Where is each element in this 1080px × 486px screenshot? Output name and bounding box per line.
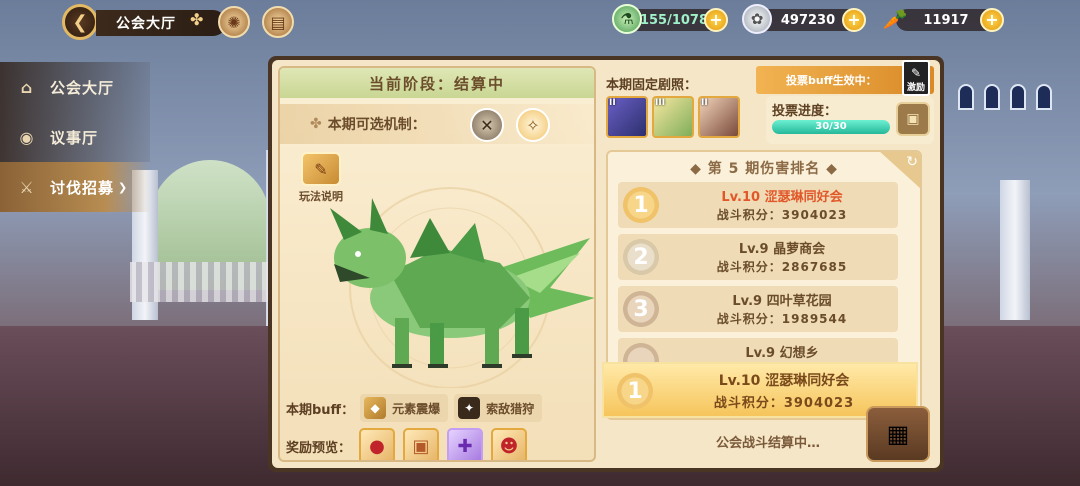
stamina-counter: ⚗ 155/1078 +	[612, 4, 728, 34]
phase-banner: 当前阶段：结算中	[280, 68, 594, 98]
character-portrait[interactable]: III	[652, 96, 694, 138]
sidebar: ⌂ 公会大厅 ◉ 议事厅 ⚔ 讨伐招募 ❯	[0, 62, 150, 212]
vote-ballot-icon[interactable]: ▣	[896, 102, 930, 136]
carrot-icon: 🥕	[882, 7, 908, 31]
page-title: 公会大厅	[96, 10, 226, 36]
boss-info-card: 当前阶段：结算中 ✤ 本期可选机制： ✕ ✧ ✎ 玩法说明 本期buff： ◆ …	[278, 66, 596, 462]
fixed-stills-label: 本期固定剧照：	[606, 78, 698, 93]
compass-icon[interactable]: ✺	[218, 6, 250, 38]
vote-buff-badge[interactable]: ✎ 激励	[902, 60, 930, 96]
battle-icon: ⚔	[19, 177, 35, 197]
window	[958, 84, 974, 110]
panel-body: 当前阶段：结算中 ✤ 本期可选机制： ✕ ✧ ✎ 玩法说明 本期buff： ◆ …	[272, 60, 940, 468]
mechanism-option-icon[interactable]: ✕	[470, 108, 504, 142]
character-portrait[interactable]: II	[698, 96, 740, 138]
rank-badge: 3	[620, 288, 662, 330]
rank-badge: 2	[620, 236, 662, 278]
character-portrait[interactable]: II	[606, 96, 648, 138]
window	[1036, 84, 1052, 110]
mechanism-row: ✤ 本期可选机制： ✕ ✧	[280, 104, 594, 144]
reward-character-icon[interactable]: ☻	[491, 428, 528, 460]
rank-badge: 1	[620, 184, 662, 226]
rank-badge: 1	[614, 370, 656, 412]
elemental-burst-icon: ◆	[364, 397, 387, 419]
back-arrow-icon: ❮	[72, 11, 88, 33]
reward-chest-icon[interactable]: ▣	[403, 428, 440, 460]
ranking-row[interactable]: 1 Lv.10 涩瑟琳同好会 战斗积分：3904023	[618, 182, 898, 228]
silver-counter: ✿ 497230 +	[742, 4, 866, 34]
ranking-row[interactable]: 3 Lv.9 四叶草花园 战斗积分：1989544	[618, 286, 898, 332]
sidebar-item-raid-recruit[interactable]: ⚔ 讨伐招募 ❯	[0, 162, 150, 212]
reward-row: 奖励预览： ● ▣ ✚ ☻	[286, 428, 528, 460]
vote-buff-tag: 投票buff生效中： ✎ 激励	[756, 60, 934, 96]
window	[1010, 84, 1026, 110]
clover-icon: ✤	[190, 10, 204, 29]
add-silver-button[interactable]: +	[842, 8, 866, 32]
sword-icon: ✎	[910, 66, 922, 80]
balustrade	[130, 262, 270, 302]
buff-row: 本期buff： ◆ 元素震爆 ✦ 索敌猎狩	[286, 394, 543, 422]
add-stamina-button[interactable]: +	[704, 8, 728, 32]
raid-panel: 当前阶段：结算中 ✤ 本期可选机制： ✕ ✧ ✎ 玩法说明 本期buff： ◆ …	[268, 56, 944, 472]
reward-gift-box-icon[interactable]: ✚	[447, 428, 484, 460]
mechanism-option-icon[interactable]: ✧	[516, 108, 550, 142]
treasure-chest-icon[interactable]: ▦	[866, 406, 930, 462]
boss-wolf-illustration	[330, 187, 594, 388]
buff-chip[interactable]: ✦ 索敌猎狩	[454, 394, 543, 422]
sidebar-item-guild-hall[interactable]: ⌂ 公会大厅	[0, 62, 150, 112]
add-carrot-button[interactable]: +	[980, 8, 1004, 32]
hall-icon: ⌂	[20, 77, 34, 97]
back-button[interactable]: ❮	[62, 4, 98, 40]
ranking-column: 本期固定剧照： II III II 投票buff生效中： ✎ 激励 投票进度： …	[602, 60, 936, 462]
clover-icon: ✤	[310, 116, 322, 132]
book-icon[interactable]: ▤	[262, 6, 294, 38]
diamond-icon: ◆	[820, 161, 838, 177]
vote-progress-bar: 30/30	[772, 120, 890, 134]
fixed-stills: II III II	[606, 96, 740, 138]
buff-chip[interactable]: ◆ 元素震爆	[360, 394, 449, 422]
ranking-title: ◆ 第 5 期伤害排名 ◆	[690, 161, 838, 177]
reward-red-seal-icon[interactable]: ●	[359, 428, 396, 460]
hunt-icon: ✦	[458, 397, 481, 419]
carrot-counter: 🥕 11917 +	[883, 7, 1004, 32]
sidebar-item-council[interactable]: ◉ 议事厅	[0, 112, 150, 162]
silver-coin-icon: ✿	[742, 4, 772, 34]
settlement-status: 公会战斗结算中…	[716, 436, 821, 451]
ranking-row[interactable]: 2 Lv.9 晶萝商会 战斗积分：2867685	[618, 234, 898, 280]
potion-icon: ⚗	[612, 4, 642, 34]
window	[984, 84, 1000, 110]
top-bar: ❮ 公会大厅 ✤ ✺ ▤ ⚗ 155/1078 + ✿ 497230 + 🥕 1…	[0, 0, 1080, 44]
chevron-right-icon: ❯	[118, 180, 129, 194]
diamond-icon: ◆	[690, 161, 708, 177]
eye-icon: ◉	[19, 127, 35, 147]
vote-progress-box: 投票进度： 30/30 ▣	[766, 96, 934, 144]
column	[1000, 180, 1030, 320]
refresh-icon: ↻	[906, 154, 918, 170]
